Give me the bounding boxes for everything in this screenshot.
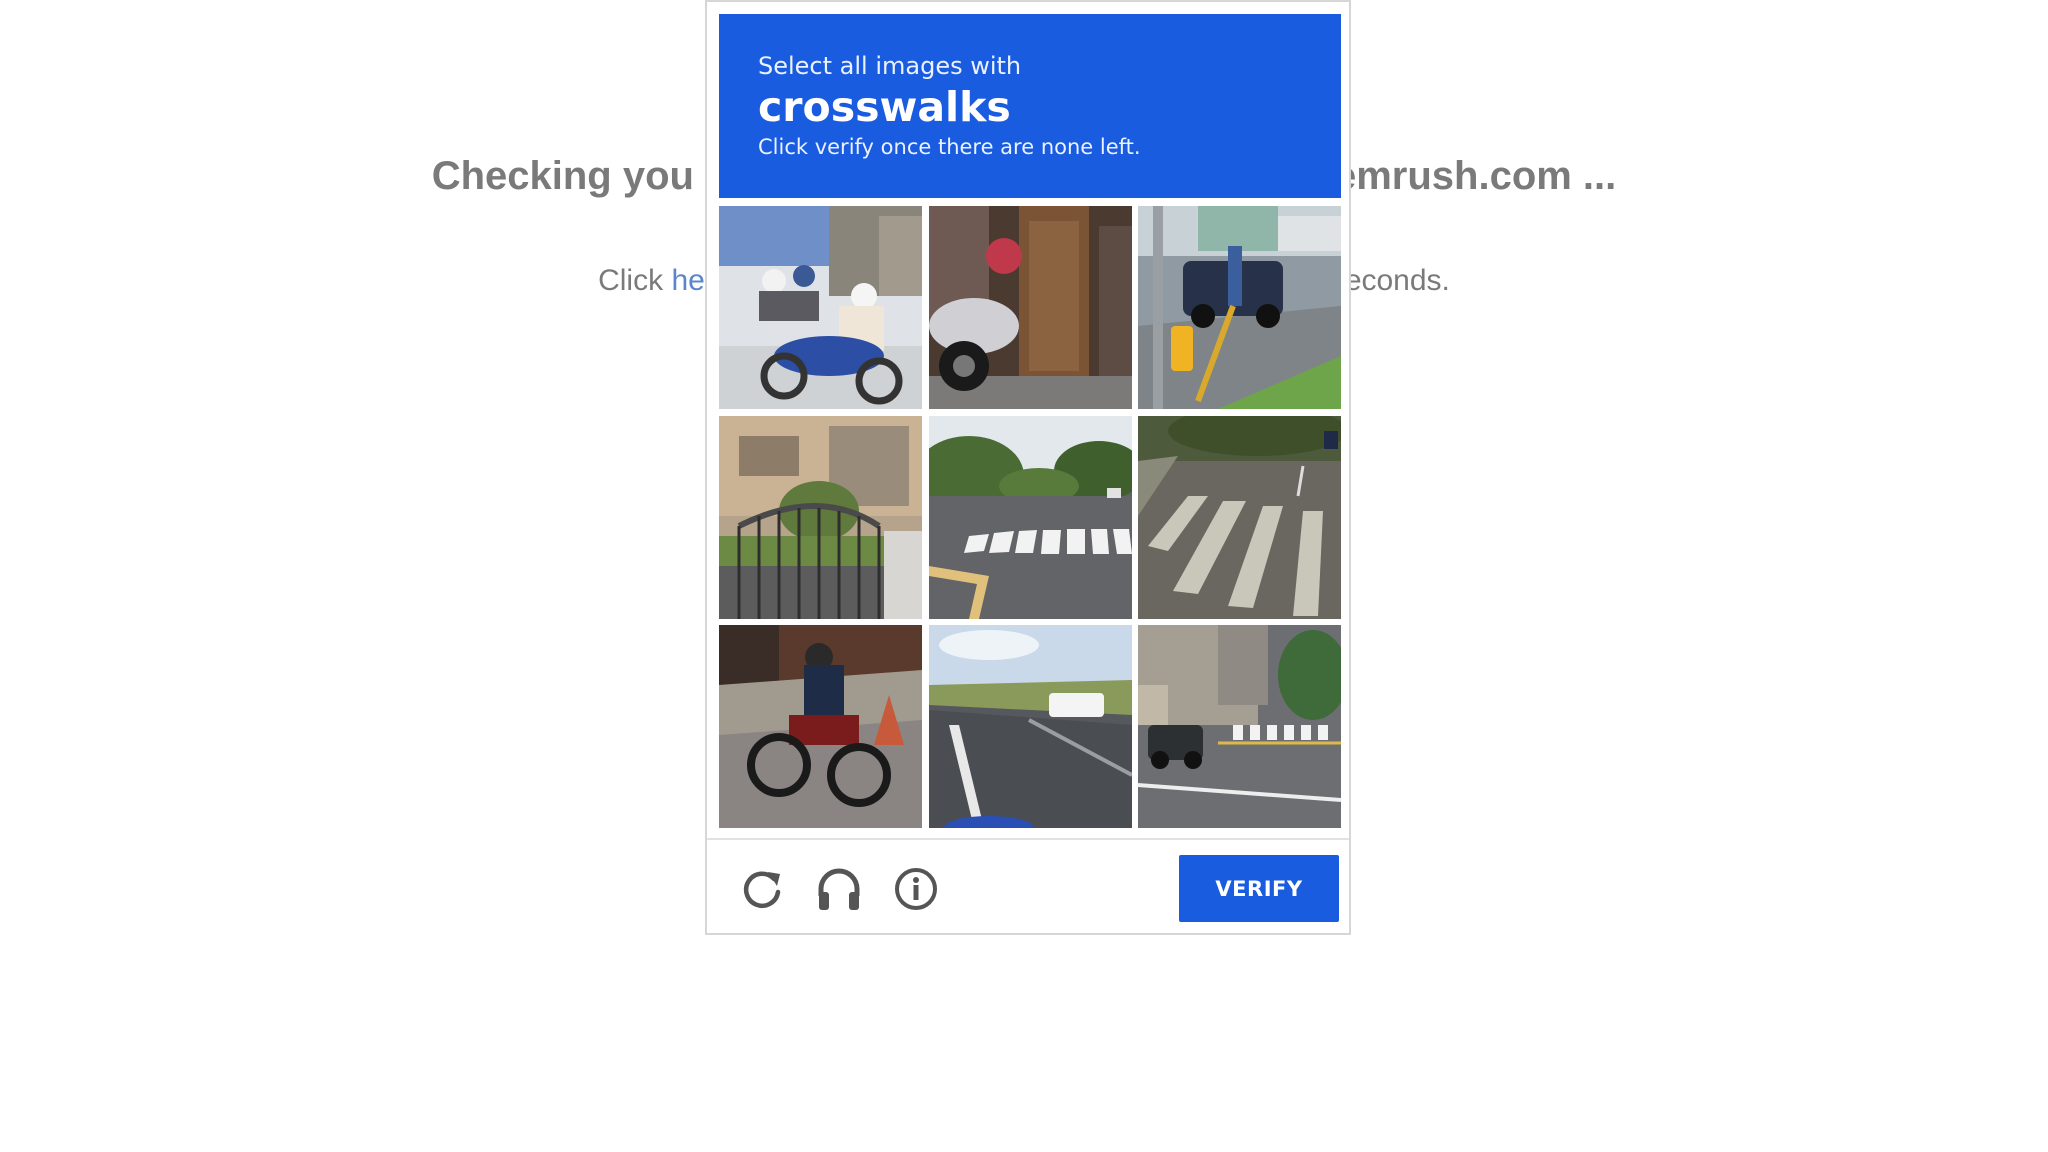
hint-text: Click verify once there are none left. [758,135,1141,159]
info-icon[interactable] [889,862,943,916]
road-crosswalk-image [928,415,1132,619]
intersection-crosswalk-image [1138,625,1341,828]
sub-prefix: Click [598,264,672,297]
target-word: crosswalks [758,83,1011,131]
tile-building-gate[interactable] [719,415,922,619]
tile-scooter-doorway[interactable] [928,206,1132,409]
tile-motorbike-riders[interactable] [719,206,922,409]
scooter-doorway-image [928,206,1132,409]
motorbike-riders-image [719,206,922,409]
highway-bus-image [928,625,1132,828]
sub-link[interactable]: he [671,264,704,297]
captcha-dialog: Select all images with crosswalks Click … [705,0,1351,935]
street-car-hydrant-image [1138,206,1341,409]
tile-street-car-hydrant[interactable] [1138,206,1341,409]
tile-motorcycle-rider[interactable] [719,625,922,828]
tile-highway-bus[interactable] [928,625,1132,828]
captcha-header: Select all images with crosswalks Click … [719,14,1341,198]
sub-suffix: econds. [1344,264,1450,297]
wide-crosswalk-image [1138,415,1341,619]
headphones-icon[interactable] [812,862,866,916]
tile-wide-crosswalk[interactable] [1138,415,1341,619]
motorcycle-rider-image [719,625,922,828]
captcha-footer: VERIFY [707,838,1349,935]
tile-intersection-crosswalk[interactable] [1138,625,1341,828]
heading-left: Checking you [431,154,694,198]
instruction-text: Select all images with [758,52,1022,80]
tile-road-crosswalk[interactable] [928,415,1132,619]
verify-button[interactable]: VERIFY [1179,855,1339,922]
image-grid [719,206,1341,828]
reload-icon[interactable] [735,862,789,916]
heading-right: emrush.com ... [1333,154,1617,198]
building-gate-image [719,415,922,619]
